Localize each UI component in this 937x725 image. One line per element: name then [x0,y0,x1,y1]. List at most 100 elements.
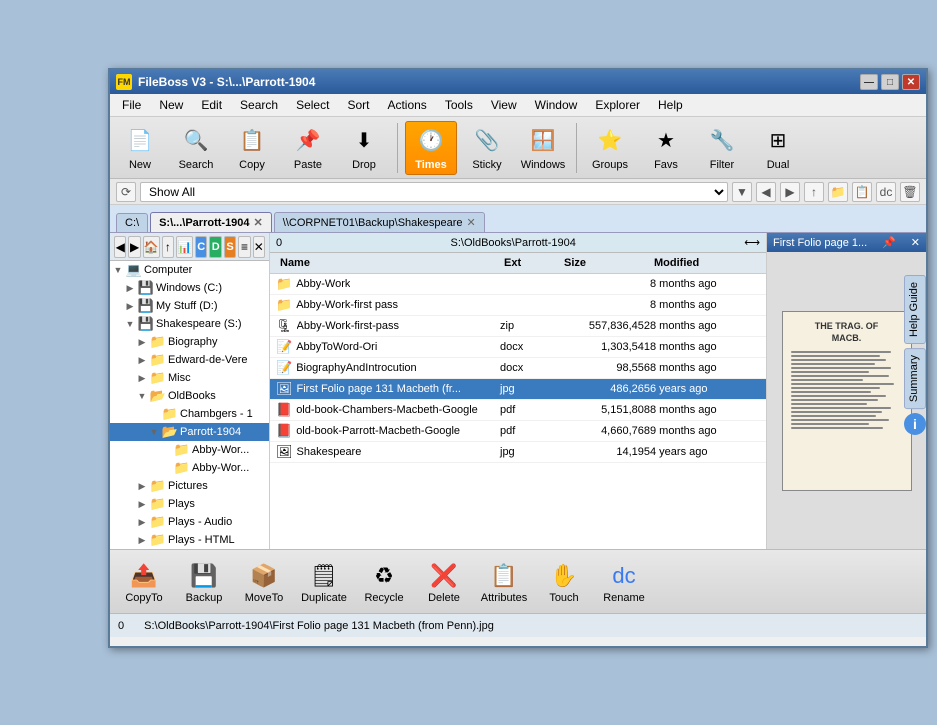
tree-btn-up[interactable]: ↑ [162,236,174,258]
preview-panel: First Folio page 1... 📌 ✕ THE TRAG. OFMA… [766,233,926,549]
toolbar-sticky-button[interactable]: 📎 Sticky [461,121,513,175]
tree-item[interactable]: ▶📁Plays - HTML [110,531,269,549]
toolbar-windows-button[interactable]: 🪟 Windows [517,121,569,175]
nav-btn-extra2[interactable]: 📋 [852,182,872,202]
tree-item[interactable]: ▶📁Misc [110,369,269,387]
tree-btn-chart[interactable]: 📊 [176,236,193,258]
tree-btn-fwd[interactable]: ▶ [128,236,140,258]
nav-location-dropdown[interactable]: Show All [140,182,728,202]
toolbar-times-button[interactable]: 🕐 Times [405,121,457,175]
tab-c-drive[interactable]: C:\ [116,213,148,232]
tree-btn-c[interactable]: C [195,236,207,258]
tree-btn-s[interactable]: S [224,236,236,258]
help-guide-tab[interactable]: Help Guide [904,275,926,344]
bottom-duplicate-button[interactable]: 🗒 Duplicate [296,557,352,607]
tree-item[interactable]: ▼💻Computer [110,261,269,279]
toolbar-favs-button[interactable]: ★ Favs [640,121,692,175]
tree-item[interactable]: 📁Abby-Wor... [110,459,269,477]
tab-shakespeare-label: \\CORPNET01\Backup\Shakespeare [283,217,463,229]
maximize-button[interactable]: □ [881,74,899,90]
nav-btn-extra4[interactable]: 🗑 [900,182,920,202]
tree-item[interactable]: ▶📁Biography [110,333,269,351]
table-row[interactable]: 📝BiographyAndIntrocutiondocx98,5568 mont… [270,358,766,379]
menu-new[interactable]: New [151,96,191,114]
close-button[interactable]: ✕ [902,74,920,90]
toolbar-groups-button[interactable]: ⭐ Groups [584,121,636,175]
menu-tools[interactable]: Tools [437,96,481,114]
toolbar-paste-button[interactable]: 📌 Paste [282,121,334,175]
tree-item[interactable]: ▶📁Pictures [110,477,269,495]
tree-btn-d[interactable]: D [209,236,221,258]
nav-refresh-button[interactable]: ⟳ [116,182,136,202]
tab-parrott-close[interactable]: ✕ [254,216,263,229]
tree-btn-home[interactable]: 🏠 [143,236,160,258]
tree-item[interactable]: ▶💾My Stuff (D:) [110,297,269,315]
menu-help[interactable]: Help [650,96,691,114]
toolbar-filter-button[interactable]: 🔧 Filter [696,121,748,175]
tree-item[interactable]: ▶📁Edward-de-Vere [110,351,269,369]
tree-item[interactable]: ▼📂OldBooks [110,387,269,405]
menu-select[interactable]: Select [288,96,337,114]
col-name[interactable]: Name [276,256,500,270]
bottom-delete-button[interactable]: ❌ Delete [416,557,472,607]
menu-sort[interactable]: Sort [339,96,377,114]
table-row[interactable]: 🖼Shakespearejpg14,1954 years ago [270,442,766,463]
tree-item[interactable]: ▼📂Parrott-1904 [110,423,269,441]
menu-window[interactable]: Window [527,96,586,114]
table-row[interactable]: 📕old-book-Chambers-Macbeth-Googlepdf5,15… [270,400,766,421]
file-size-cell: 4,660,768 [560,425,650,437]
col-modified[interactable]: Modified [650,256,760,270]
nav-btn-extra1[interactable]: 📁 [828,182,848,202]
toolbar-new-button[interactable]: 📄 New [114,121,166,175]
filter-icon: 🔧 [706,125,738,157]
tab-parrott[interactable]: S:\...\Parrott-1904 ✕ [150,212,272,232]
table-row[interactable]: 📝AbbyToWord-Oridocx1,303,5418 months ago [270,337,766,358]
tree-item[interactable]: 📁Abby-Wor... [110,441,269,459]
bottom-attributes-button[interactable]: 📋 Attributes [476,557,532,607]
toolbar-copy-button[interactable]: 📋 Copy [226,121,278,175]
bottom-backup-button[interactable]: 💾 Backup [176,557,232,607]
tab-shakespeare[interactable]: \\CORPNET01\Backup\Shakespeare ✕ [274,212,485,232]
menu-file[interactable]: File [114,96,149,114]
toolbar-drop-button[interactable]: ⬇ Drop [338,121,390,175]
menu-search[interactable]: Search [232,96,286,114]
menu-explorer[interactable]: Explorer [587,96,648,114]
tree-btn-list[interactable]: ≡ [238,236,250,258]
preview-pin-icon[interactable]: 📌 [882,236,896,249]
tree-item[interactable]: ▶💾Windows (C:) [110,279,269,297]
tree-item[interactable]: ▼💾Shakespeare (S:) [110,315,269,333]
recycle-icon: ♻ [368,560,400,592]
table-row[interactable]: 🗜Abby-Work-first-passzip557,836,4528 mon… [270,316,766,337]
menu-view[interactable]: View [483,96,525,114]
tree-btn-back[interactable]: ◀ [114,236,126,258]
table-row[interactable]: 📁Abby-Work-first pass8 months ago [270,295,766,316]
nav-up-button[interactable]: ↑ [804,182,824,202]
info-button[interactable]: i [904,413,926,435]
table-row[interactable]: 🖼First Folio page 131 Macbeth (fr...jpg4… [270,379,766,400]
table-row[interactable]: 📁Abby-Work8 months ago [270,274,766,295]
bottom-recycle-button[interactable]: ♻ Recycle [356,557,412,607]
nav-dropdown-arrow[interactable]: ▼ [732,182,752,202]
tree-item[interactable]: ▶📁Plays [110,495,269,513]
col-ext[interactable]: Ext [500,256,560,270]
summary-tab[interactable]: Summary [904,348,926,409]
nav-btn-extra3[interactable]: dc [876,182,896,202]
bottom-rename-button[interactable]: dc Rename [596,557,652,607]
preview-close-icon[interactable]: ✕ [911,236,920,249]
bottom-copyto-button[interactable]: 📤 CopyTo [116,557,172,607]
tree-item[interactable]: ▶📁Plays - Audio [110,513,269,531]
col-size[interactable]: Size [560,256,650,270]
tab-shakespeare-close[interactable]: ✕ [467,216,476,229]
nav-back-button[interactable]: ◀ [756,182,776,202]
tree-btn-close[interactable]: ✕ [253,236,265,258]
nav-forward-button[interactable]: ▶ [780,182,800,202]
tree-item[interactable]: 📁Chambgers - 1 [110,405,269,423]
menu-actions[interactable]: Actions [379,96,434,114]
menu-edit[interactable]: Edit [193,96,230,114]
bottom-moveto-button[interactable]: 📦 MoveTo [236,557,292,607]
toolbar-dual-button[interactable]: ⊞ Dual [752,121,804,175]
toolbar-search-button[interactable]: 🔍 Search [170,121,222,175]
minimize-button[interactable]: — [860,74,878,90]
bottom-touch-button[interactable]: ✋ Touch [536,557,592,607]
table-row[interactable]: 📕old-book-Parrott-Macbeth-Googlepdf4,660… [270,421,766,442]
